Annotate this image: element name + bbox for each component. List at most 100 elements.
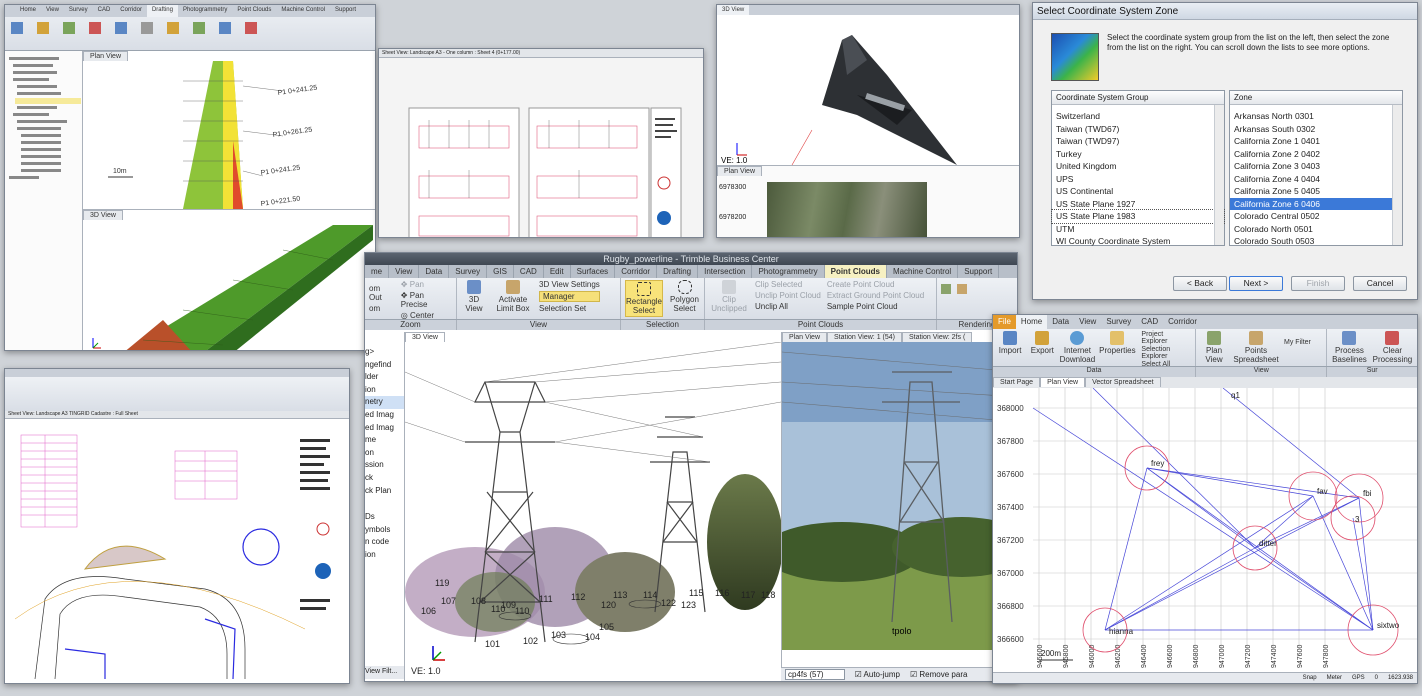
vector-spreadsheet-tab[interactable]: Vector Spreadsheet [1085, 377, 1161, 387]
zone-scrollbar[interactable] [1392, 105, 1402, 245]
station-view-tab[interactable]: Station View: 1 (54) [827, 332, 902, 342]
3d-view-button[interactable]: 3D View [461, 280, 487, 317]
sample-point-cloud-button[interactable]: Sample Point Cloud [827, 302, 924, 311]
filter-item[interactable]: ed Imag [365, 409, 404, 422]
plan-sheet-tab[interactable]: Sheet View: Landscape A3 TINGRID Cadastr… [5, 411, 349, 419]
plan-view-tab[interactable]: Plan View [782, 332, 828, 342]
ribbon-icon[interactable] [167, 22, 179, 34]
list-item[interactable]: Switzerland [1052, 110, 1224, 123]
tab-drafting[interactable]: Drafting [146, 5, 178, 17]
tab[interactable]: Home [15, 5, 41, 17]
import-button[interactable]: Import [997, 331, 1023, 364]
list-item[interactable]: United Kingdom [1052, 160, 1224, 173]
tab-support[interactable]: Support [958, 265, 1000, 278]
group-scrollbar[interactable] [1214, 105, 1224, 245]
manager-button[interactable]: Manager [539, 291, 600, 302]
activate-limit-box-button[interactable]: Activate Limit Box [493, 280, 533, 317]
tab-survey[interactable]: Survey [1101, 315, 1136, 329]
start-page-tab[interactable]: Start Page [993, 377, 1041, 387]
list-item[interactable]: California Zone 5 0405 [1230, 185, 1402, 198]
list-item[interactable]: UTM [1052, 223, 1224, 236]
auto-jump-checkbox[interactable]: ☑ Auto-jump [855, 670, 900, 679]
filter-item[interactable]: ssion [365, 459, 404, 472]
filter-item[interactable]: ed Imag [365, 422, 404, 435]
tab[interactable]: Photogrammetry [178, 5, 232, 17]
center-button[interactable]: ◎ Center [401, 311, 452, 320]
internet-download-button[interactable]: Internet Download [1060, 331, 1095, 364]
list-item[interactable]: California Zone 4 0404 [1230, 173, 1402, 186]
properties-button[interactable]: Properties [1099, 331, 1136, 364]
ribbon-icon[interactable] [245, 22, 257, 34]
create-point-cloud-button[interactable]: Create Point Cloud [827, 280, 924, 289]
tab[interactable] [5, 5, 15, 17]
list-item[interactable]: Taiwan (TWD97) [1052, 135, 1224, 148]
plan-view-button[interactable]: Plan View [1200, 331, 1228, 364]
filter-item[interactable]: ck Plan [365, 485, 404, 498]
tab-surfaces[interactable]: Surfaces [571, 265, 616, 278]
zone-header[interactable]: Zone [1230, 91, 1402, 105]
filter-item[interactable]: ion [365, 384, 404, 397]
back-button[interactable]: < Back [1173, 276, 1227, 291]
extract-ground-button[interactable]: Extract Ground Point Cloud [827, 291, 924, 300]
tab-intersection[interactable]: Intersection [698, 265, 753, 278]
list-item[interactable]: US State Plane 1927 [1052, 198, 1224, 211]
tab-data[interactable]: Data [1047, 315, 1074, 329]
gps-status[interactable]: GPS [1352, 675, 1365, 681]
list-item[interactable]: Arkansas North 0301 [1230, 110, 1402, 123]
selection-explorer-button[interactable]: Selection Explorer [1141, 346, 1191, 360]
finish-button[interactable]: Finish [1291, 276, 1345, 291]
group-header[interactable]: Coordinate System Group [1052, 91, 1224, 105]
tab-cad[interactable]: CAD [1136, 315, 1163, 329]
filter-item[interactable]: ion [365, 549, 404, 562]
list-item[interactable]: California Zone 3 0403 [1230, 160, 1402, 173]
list-item-selected[interactable]: California Zone 6 0406 [1230, 197, 1402, 210]
tab[interactable]: Corridor [115, 5, 147, 17]
tab-file[interactable]: File [993, 315, 1016, 329]
rectangle-select-button[interactable]: Rectangle Select [625, 280, 663, 317]
clip-selected-button[interactable]: Clip Selected [755, 280, 821, 289]
station-view-tab[interactable]: Station View: 2fs ( [901, 332, 973, 342]
tab-data[interactable]: Data [419, 265, 450, 278]
tab-cad[interactable]: CAD [514, 265, 544, 278]
ribbon-icon[interactable] [193, 22, 205, 34]
tab-edit[interactable]: Edit [544, 265, 571, 278]
filter-item[interactable]: on [365, 447, 404, 460]
clip-unclipped-button[interactable]: Clip Unclipped [709, 280, 749, 317]
cancel-button[interactable]: Cancel [1353, 276, 1407, 291]
ribbon-icon[interactable] [37, 22, 49, 34]
pan-button[interactable]: ✥ Pan [401, 280, 452, 289]
tab-machine-control[interactable]: Machine Control [887, 265, 959, 278]
polygon-select-button[interactable]: Polygon Select [669, 280, 700, 317]
process-baselines-button[interactable]: Process Baselines [1331, 331, 1367, 364]
point-cloud-3d-view[interactable]: 3D View 101 102 103 104 105 106 107 108 … [405, 332, 781, 681]
station-view[interactable]: Plan View Station View: 1 (54) Station Vie… [762, 332, 1017, 681]
ribbon-icon[interactable] [219, 22, 231, 34]
list-item[interactable]: Taiwan (TWD67) [1052, 123, 1224, 136]
ribbon-icon[interactable] [11, 22, 23, 34]
tab-3d-view[interactable]: 3D View [717, 5, 750, 15]
unclip-point-cloud-button[interactable]: Unclip Point Cloud [755, 291, 821, 300]
points-spreadsheet-button[interactable]: Points Spreadsheet [1233, 331, 1279, 364]
tab-photogrammetry[interactable]: Photogrammetry [752, 265, 825, 278]
plan-view-tab[interactable]: Plan View [83, 51, 129, 61]
corridor-plan-view[interactable]: Plan View P1 0+241.25 P1 0+261.25 P1 0+2… [83, 51, 375, 209]
list-item[interactable]: US Continental [1052, 185, 1224, 198]
next-button[interactable]: Next > [1229, 276, 1283, 291]
filter-item[interactable]: Ds [365, 511, 404, 524]
list-item[interactable]: Colorado Central 0502 [1230, 210, 1402, 223]
list-item[interactable]: California Zone 2 0402 [1230, 148, 1402, 161]
drone-plan-view[interactable]: Plan View 6978300 6978200 [717, 165, 1019, 237]
list-item[interactable]: Arkansas South 0302 [1230, 123, 1402, 136]
tab[interactable]: Machine Control [276, 5, 330, 17]
list-item[interactable]: Turkey [1052, 148, 1224, 161]
list-item[interactable]: Colorado North 0501 [1230, 223, 1402, 236]
tab-point-clouds[interactable]: Point Clouds [824, 265, 887, 278]
group-listbox[interactable]: Coordinate System Group Switzerland Taiw… [1051, 90, 1225, 246]
tab-corridor[interactable]: Corridor [615, 265, 658, 278]
rendering-icon[interactable] [957, 284, 967, 294]
filter-item[interactable]: ngefind [365, 359, 404, 372]
plan-view-tab[interactable]: Plan View [717, 166, 763, 176]
plan-view-tab[interactable]: Plan View [1040, 377, 1086, 387]
list-item[interactable]: WI County Coordinate System [1052, 235, 1224, 248]
3d-view-tab[interactable]: 3D View [83, 210, 123, 220]
